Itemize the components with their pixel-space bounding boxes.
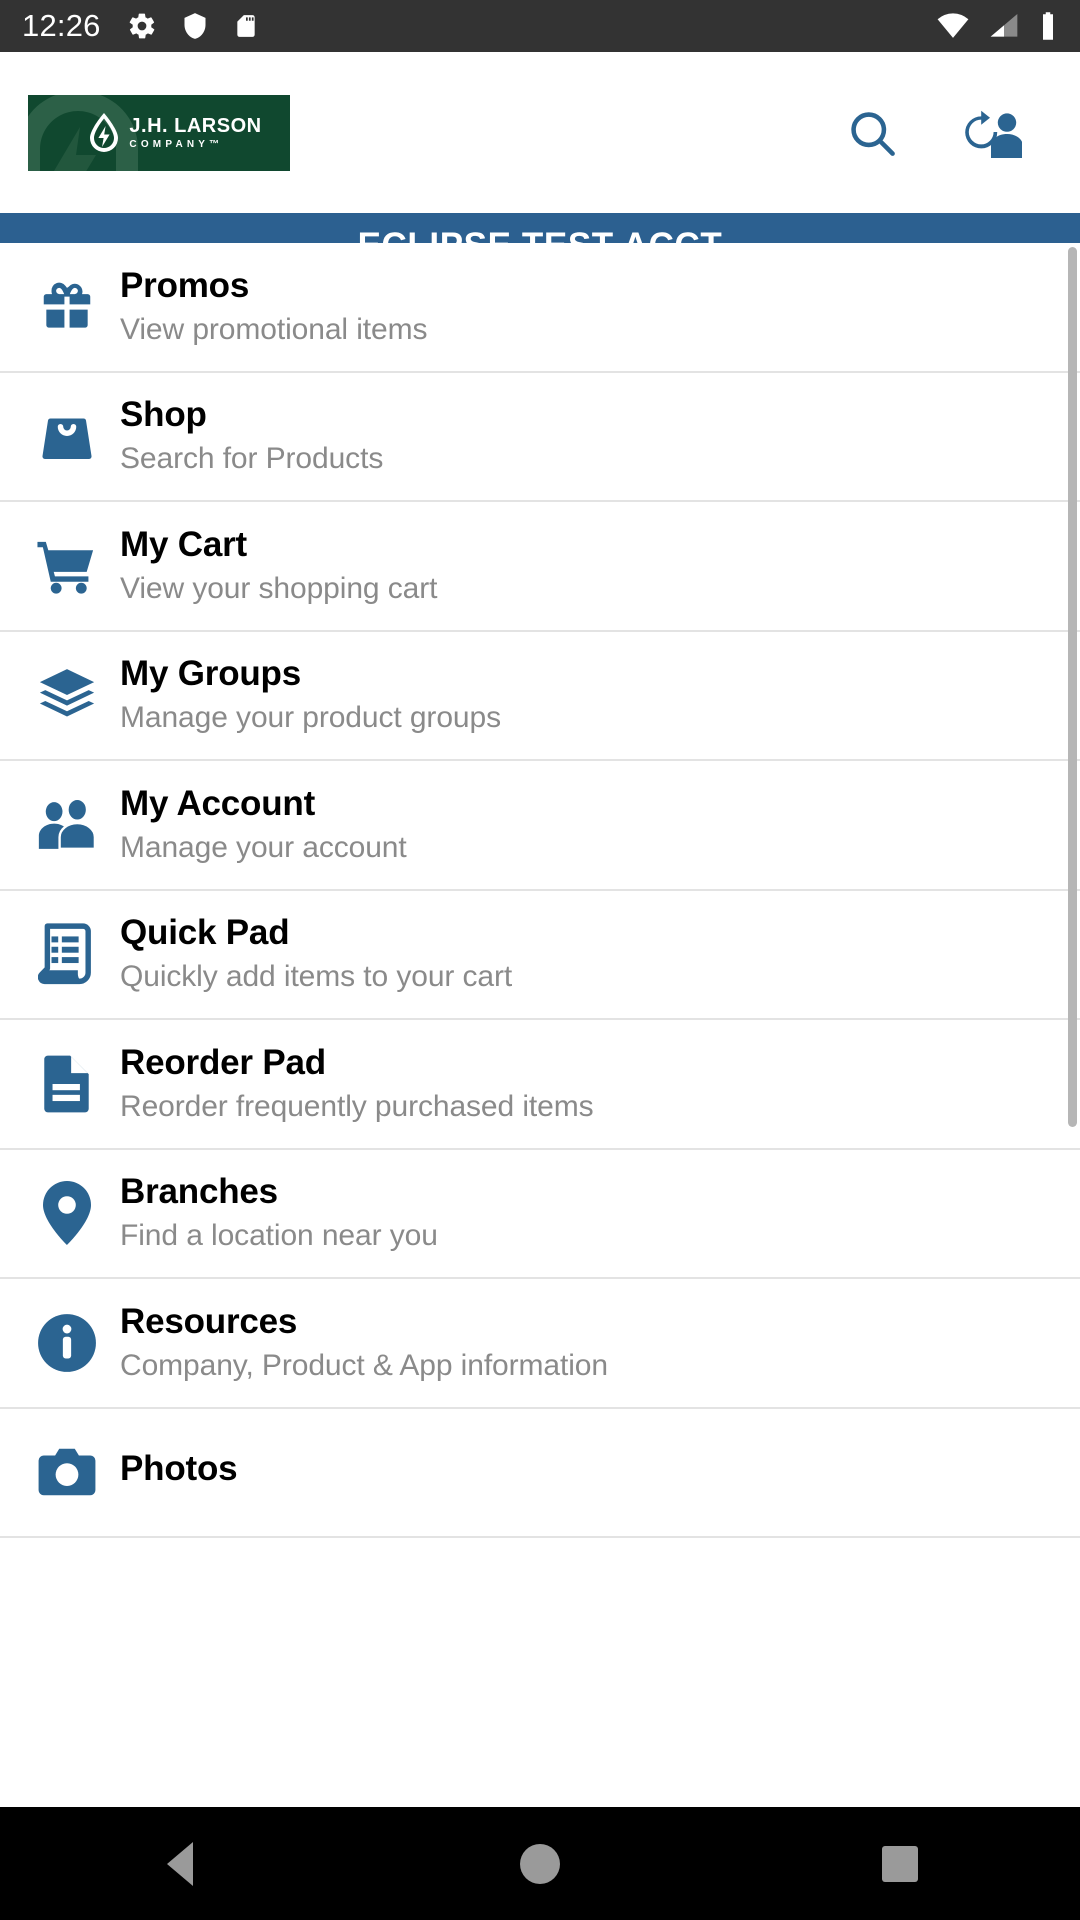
- search-icon: [851, 111, 895, 156]
- menu-item-text: Shop Search for Products: [116, 395, 383, 477]
- menu-item-title: Branches: [120, 1172, 278, 1212]
- logo-company-name: J.H. LARSON: [129, 114, 262, 137]
- square-icon: [882, 1845, 918, 1882]
- shopping-cart-icon: [18, 536, 116, 596]
- menu-item-text: Branches Find a location near you: [116, 1172, 438, 1254]
- back-button[interactable]: [90, 1841, 270, 1886]
- triangle-left-icon: [167, 1841, 193, 1886]
- shopping-bag-icon: [18, 406, 116, 466]
- circle-icon: [520, 1843, 560, 1884]
- menu-item-text: Promos View promotional items: [116, 266, 427, 348]
- gear-icon: [129, 13, 154, 39]
- menu-item-title: Reorder Pad: [120, 1042, 326, 1082]
- system-navigation-bar: [0, 1807, 1080, 1920]
- menu-item-title: Shop: [120, 395, 207, 435]
- receipt-list-icon: [18, 923, 116, 985]
- menu-item-subtitle: Search for Products: [120, 442, 384, 476]
- info-circle-icon: [18, 1312, 116, 1374]
- menu-item-text: Quick Pad Quickly add items to your cart: [116, 913, 512, 995]
- home-button[interactable]: [450, 1843, 630, 1884]
- menu-item-text: My Groups Manage your product groups: [116, 654, 501, 736]
- menu-item-subtitle: Reorder frequently purchased items: [120, 1089, 594, 1123]
- menu-item-title: My Cart: [120, 524, 247, 564]
- layers-icon: [18, 666, 116, 724]
- menu-item-reorder-pad[interactable]: Reorder Pad Reorder frequently purchased…: [0, 1020, 1080, 1150]
- gift-icon: [18, 276, 116, 338]
- menu-item-text: Reorder Pad Reorder frequently purchased…: [116, 1043, 594, 1125]
- menu-item-subtitle: Company, Product & App information: [120, 1348, 608, 1382]
- main-menu-list[interactable]: Promos View promotional items Shop Searc…: [0, 243, 1080, 1807]
- logo-company-sub: COMPANY™: [129, 138, 224, 150]
- menu-item-title: My Groups: [120, 654, 301, 694]
- status-bar-system-icons: [936, 0, 1058, 52]
- menu-item-promos[interactable]: Promos View promotional items: [0, 243, 1080, 373]
- menu-item-title: Quick Pad: [120, 913, 290, 953]
- menu-item-subtitle: Manage your account: [120, 830, 407, 864]
- menu-item-subtitle: Find a location near you: [120, 1219, 438, 1253]
- menu-item-subtitle: Quickly add items to your cart: [120, 960, 513, 994]
- menu-item-subtitle: View your shopping cart: [120, 571, 438, 605]
- status-bar-clock: 12:26: [22, 8, 101, 43]
- menu-item-title: Promos: [120, 265, 250, 305]
- water-drop-bolt-icon: [90, 112, 119, 152]
- switch-account-button[interactable]: [960, 108, 1022, 158]
- sd-card-icon: [236, 15, 255, 37]
- menu-item-my-cart[interactable]: My Cart View your shopping cart: [0, 502, 1080, 632]
- menu-item-shop[interactable]: Shop Search for Products: [0, 372, 1080, 502]
- app-header: J.H. LARSON COMPANY™: [0, 52, 1080, 213]
- menu-item-title: Resources: [120, 1301, 298, 1341]
- camera-icon: [18, 1444, 116, 1500]
- recents-button[interactable]: [810, 1845, 990, 1882]
- header-actions: [846, 107, 1022, 159]
- list-scrollbar[interactable]: [1068, 247, 1077, 1127]
- menu-item-text: Photos: [116, 1449, 238, 1495]
- cellular-signal-icon: [990, 14, 1018, 37]
- search-button[interactable]: [846, 107, 898, 159]
- menu-item-branches[interactable]: Branches Find a location near you: [0, 1149, 1080, 1279]
- switch-account-icon: [965, 110, 1022, 158]
- map-pin-icon: [18, 1181, 116, 1246]
- menu-item-title: My Account: [120, 783, 316, 823]
- wifi-icon: [937, 13, 969, 38]
- battery-icon: [1043, 12, 1053, 40]
- people-icon: [18, 797, 116, 853]
- menu-item-title: Photos: [120, 1449, 238, 1489]
- company-logo[interactable]: J.H. LARSON COMPANY™: [28, 94, 290, 171]
- status-bar: 12:26: [0, 0, 1080, 52]
- shield-icon: [184, 13, 206, 39]
- document-icon: [18, 1053, 116, 1115]
- menu-item-text: Resources Company, Product & App informa…: [116, 1302, 608, 1384]
- menu-item-subtitle: View promotional items: [120, 312, 428, 346]
- menu-item-my-account[interactable]: My Account Manage your account: [0, 761, 1080, 891]
- menu-item-my-groups[interactable]: My Groups Manage your product groups: [0, 631, 1080, 761]
- status-bar-notification-icons: [127, 11, 259, 41]
- menu-item-text: My Cart View your shopping cart: [116, 525, 437, 607]
- menu-item-text: My Account Manage your account: [116, 784, 407, 866]
- menu-item-resources[interactable]: Resources Company, Product & App informa…: [0, 1279, 1080, 1409]
- menu-item-subtitle: Manage your product groups: [120, 701, 501, 735]
- menu-item-photos[interactable]: Photos: [0, 1408, 1080, 1538]
- menu-item-quick-pad[interactable]: Quick Pad Quickly add items to your cart: [0, 890, 1080, 1020]
